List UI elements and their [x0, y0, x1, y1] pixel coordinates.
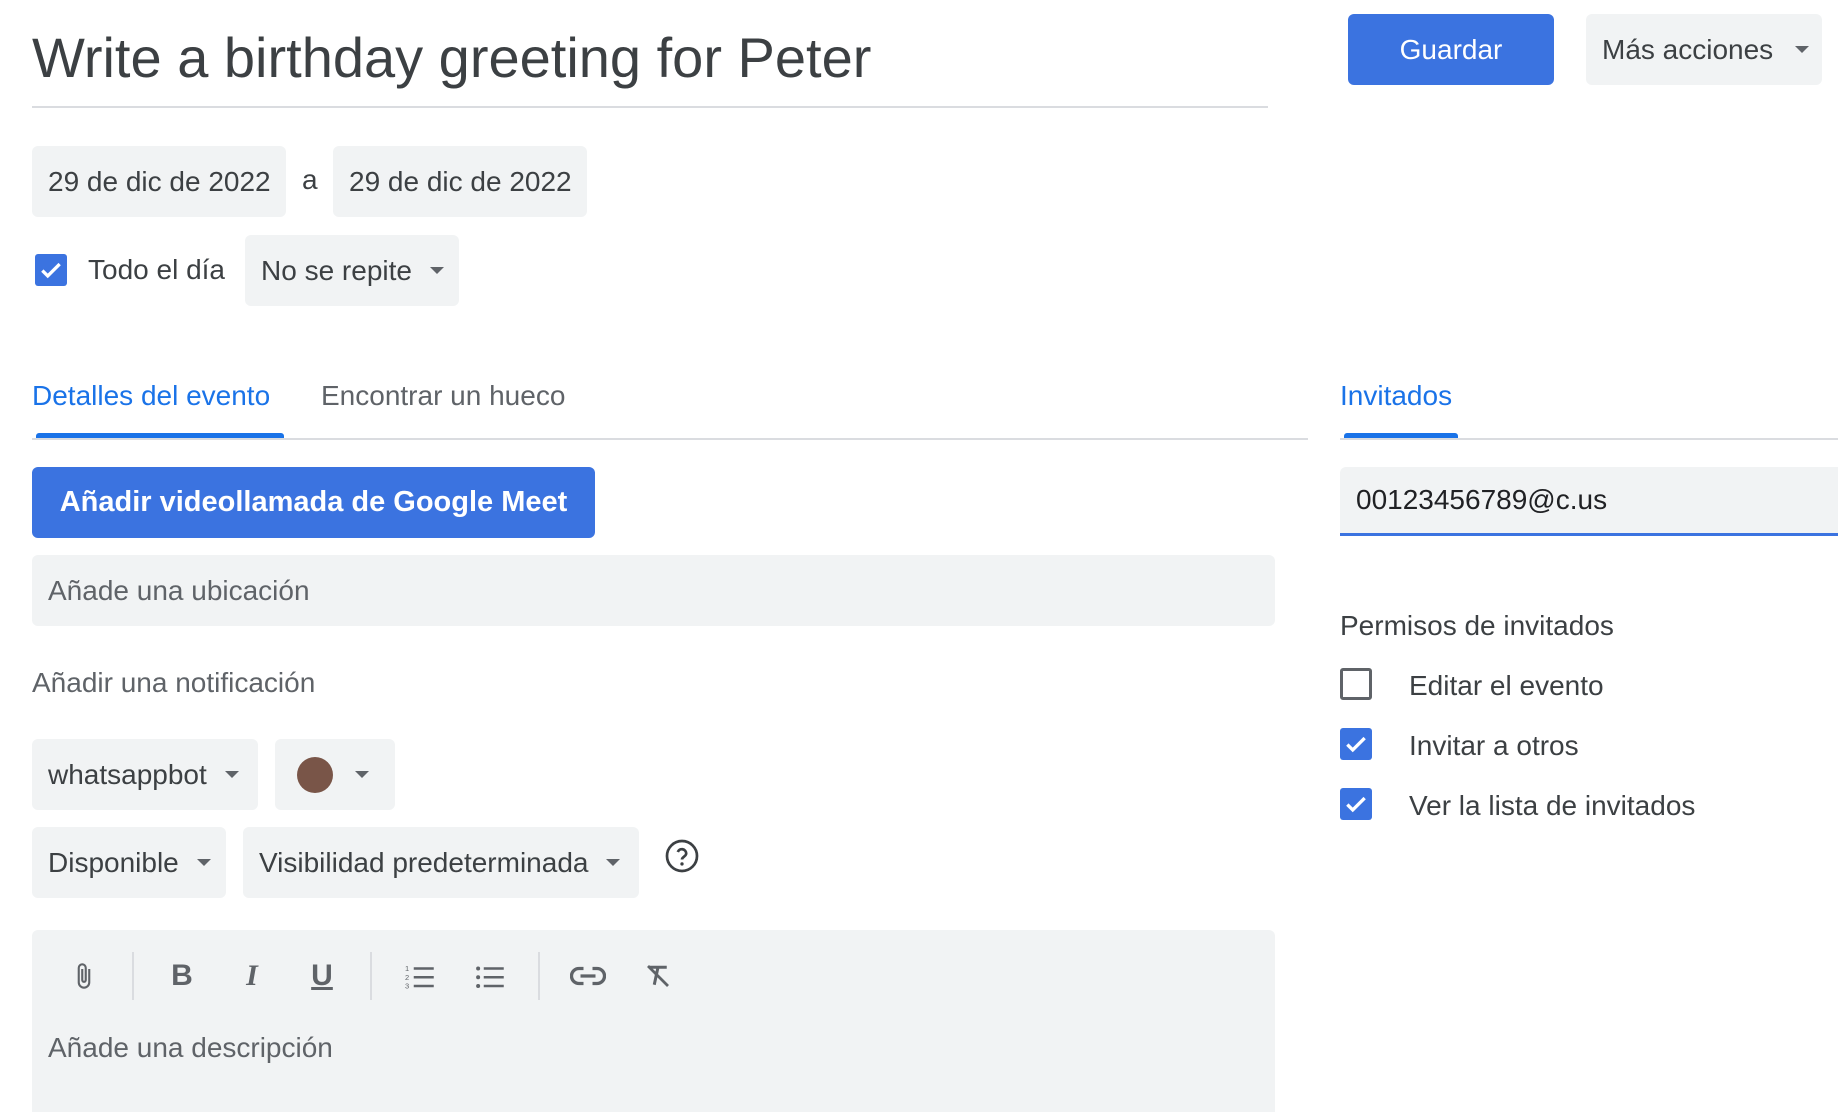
bold-icon[interactable]: B [160, 954, 204, 998]
help-icon[interactable] [664, 838, 700, 874]
description-editor: B I U 123 Añade una descripción [32, 930, 1275, 1112]
toolbar-separator [538, 952, 540, 1000]
permission-edit-event-checkbox[interactable] [1340, 668, 1372, 700]
chevron-down-icon [606, 859, 621, 866]
location-input[interactable]: Añade una ubicación [32, 555, 1275, 626]
check-icon [1346, 796, 1366, 813]
visibility-value: Visibilidad predeterminada [259, 846, 589, 878]
availability-value: Disponible [48, 846, 179, 878]
chevron-down-icon [224, 771, 239, 778]
end-date-value: 29 de dic de 2022 [349, 165, 572, 197]
attachment-icon[interactable] [62, 954, 106, 998]
color-swatch [297, 756, 333, 793]
add-google-meet-button[interactable]: Añadir videollamada de Google Meet [32, 467, 595, 538]
tabs-divider [32, 438, 1308, 440]
end-date-field[interactable]: 29 de dic de 2022 [333, 146, 587, 217]
clear-formatting-icon[interactable] [636, 954, 680, 998]
link-icon[interactable] [566, 954, 610, 998]
chevron-down-icon [355, 771, 369, 778]
permission-see-guest-list-checkbox[interactable] [1340, 788, 1372, 820]
svg-text:3: 3 [405, 982, 409, 991]
chevron-down-icon [1795, 46, 1810, 53]
permission-see-guest-list-label: Ver la lista de invitados [1409, 790, 1696, 821]
start-date-value: 29 de dic de 2022 [48, 165, 271, 197]
permission-invite-others-label: Invitar a otros [1409, 730, 1579, 761]
date-separator: a [302, 164, 318, 195]
availability-dropdown[interactable]: Disponible [32, 827, 226, 898]
underline-icon[interactable]: U [300, 954, 344, 998]
permission-edit-event-label: Editar el evento [1409, 670, 1604, 701]
formatting-toolbar: B I U 123 [62, 952, 680, 1000]
numbered-list-icon[interactable]: 123 [398, 954, 442, 998]
check-icon [1346, 736, 1366, 753]
permission-invite-others-checkbox[interactable] [1340, 728, 1372, 760]
toolbar-separator [370, 952, 372, 1000]
more-actions-button[interactable]: Más acciones [1586, 14, 1822, 85]
calendar-dropdown[interactable]: whatsappbot [32, 739, 258, 810]
tab-event-details[interactable]: Detalles del evento [32, 380, 270, 412]
start-date-field[interactable]: 29 de dic de 2022 [32, 146, 286, 217]
description-placeholder[interactable]: Añade una descripción [48, 1032, 333, 1064]
bulleted-list-icon[interactable] [468, 954, 512, 998]
tab-guests[interactable]: Invitados [1340, 380, 1452, 412]
more-actions-label: Más acciones [1602, 33, 1774, 65]
repeat-value: No se repite [261, 254, 412, 286]
add-guests-input[interactable]: 00123456789@c.us [1340, 467, 1838, 536]
italic-icon[interactable]: I [230, 954, 274, 998]
check-icon [41, 262, 61, 279]
chevron-down-icon [429, 267, 444, 274]
calendar-value: whatsappbot [48, 758, 207, 790]
toolbar-separator [132, 952, 134, 1000]
guests-tabs-divider [1340, 438, 1838, 440]
event-title-input[interactable]: Write a birthday greeting for Peter [32, 14, 1268, 108]
svg-text:2: 2 [405, 973, 409, 982]
visibility-dropdown[interactable]: Visibilidad predeterminada [243, 827, 639, 898]
repeat-dropdown[interactable]: No se repite [245, 235, 459, 306]
event-color-dropdown[interactable] [275, 739, 395, 810]
guest-permissions-title: Permisos de invitados [1340, 610, 1614, 641]
all-day-label: Todo el día [88, 254, 225, 285]
chevron-down-icon [196, 859, 211, 866]
location-placeholder: Añade una ubicación [48, 574, 310, 606]
add-notification-link[interactable]: Añadir una notificación [32, 667, 315, 699]
save-button[interactable]: Guardar [1348, 14, 1554, 85]
all-day-checkbox[interactable] [35, 254, 67, 286]
svg-text:1: 1 [405, 964, 409, 973]
tab-find-slot[interactable]: Encontrar un hueco [321, 380, 565, 412]
